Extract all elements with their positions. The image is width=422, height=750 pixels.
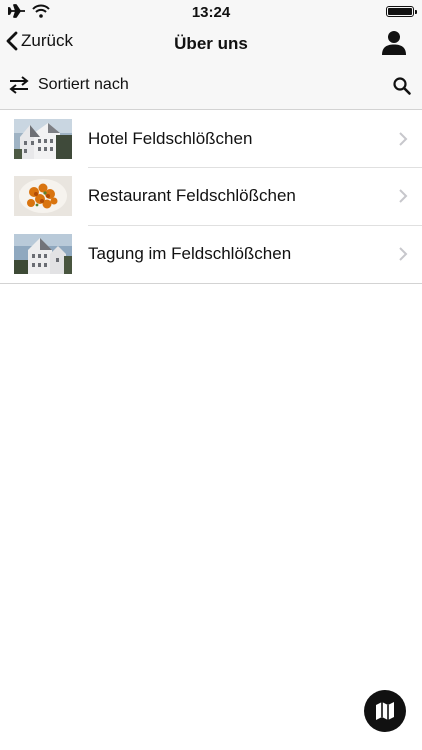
- restaurant-thumbnail: [14, 176, 72, 216]
- hotel-thumbnail: [14, 118, 72, 159]
- list-item-label: Tagung im Feldschlößchen: [88, 244, 292, 263]
- list-item-label: Restaurant Feldschlößchen: [88, 186, 296, 205]
- sort-bar: Sortiert nach: [0, 64, 422, 110]
- content-list: Hotel Feldschlößchen Restaurant Feldschl…: [0, 110, 422, 284]
- chevron-right-icon: [399, 247, 408, 261]
- tagung-thumbnail: [14, 234, 72, 274]
- search-icon[interactable]: [392, 76, 412, 96]
- map-button[interactable]: [364, 690, 406, 732]
- sort-button[interactable]: Sortiert nach: [8, 76, 129, 94]
- chevron-right-icon: [399, 189, 408, 203]
- map-icon: [376, 702, 394, 720]
- sort-label: Sortiert nach: [38, 76, 129, 93]
- list-item-restaurant[interactable]: Restaurant Feldschlößchen: [0, 167, 422, 225]
- navigation-bar: Zurück Über uns: [0, 24, 422, 64]
- chevron-right-icon: [399, 131, 408, 146]
- swap-arrows-icon: [9, 76, 29, 94]
- status-bar: 13:24: [0, 0, 422, 24]
- user-icon[interactable]: [380, 29, 408, 57]
- status-time: 13:24: [191, 4, 231, 21]
- list-item-tagung[interactable]: Tagung im Feldschlößchen: [0, 225, 422, 283]
- list-item-hotel[interactable]: Hotel Feldschlößchen: [0, 110, 422, 167]
- list-item-label: Hotel Feldschlößchen: [88, 128, 253, 148]
- page-title: Über uns: [174, 34, 248, 53]
- battery-icon: [386, 6, 417, 17]
